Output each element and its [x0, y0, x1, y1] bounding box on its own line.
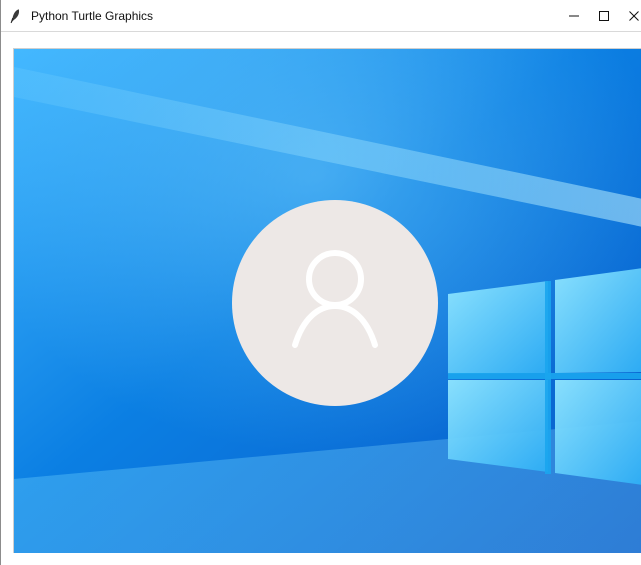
window-title: Python Turtle Graphics [31, 9, 154, 23]
minimize-icon [569, 15, 579, 17]
turtle-graphics-window: Python Turtle Graphics [0, 0, 641, 565]
turtle-canvas[interactable] [13, 48, 641, 553]
windows-logo [448, 268, 641, 485]
close-icon [629, 11, 639, 21]
maximize-icon [599, 11, 609, 21]
feather-icon [10, 9, 20, 24]
canvas-drawing [14, 49, 641, 553]
close-button[interactable] [611, 0, 641, 32]
window-titlebar[interactable]: Python Turtle Graphics [1, 0, 641, 32]
